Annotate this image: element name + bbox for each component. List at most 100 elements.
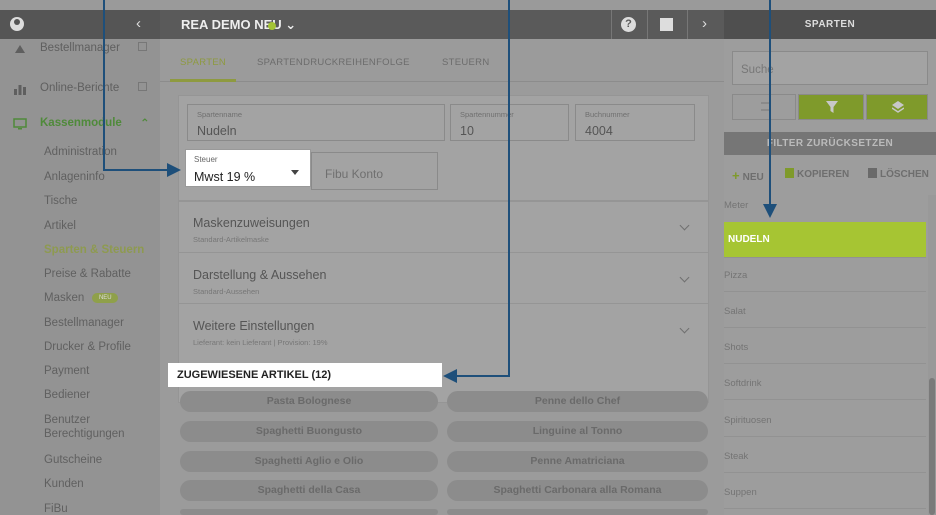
tab-bar: SPARTEN SPARTENDRUCKREIHENFOLGE STEUERN <box>160 39 724 82</box>
user-icon[interactable] <box>10 17 24 31</box>
annotation-line <box>103 0 105 171</box>
chevron-up-icon: ⌃ <box>140 118 150 130</box>
accordion-maskenzuweisungen[interactable]: Maskenzuweisungen Standard-Artikelmaske <box>179 202 708 253</box>
article-pill[interactable] <box>447 509 708 515</box>
sidebar-sub-bestellmanager[interactable]: Bestellmanager <box>44 317 124 329</box>
article-pill[interactable]: Penne Amatriciana <box>447 451 708 472</box>
field-value: 4004 <box>585 124 613 138</box>
sidebar-item-online-berichte[interactable]: Online-Berichte <box>0 79 160 99</box>
sidebar-item-kassenmodule[interactable]: Kassenmodule ⌃ <box>0 114 160 134</box>
sidebar-sub-fibu[interactable]: FiBu <box>44 503 68 515</box>
annotation-line <box>769 0 771 206</box>
list-item[interactable]: Pizza <box>724 258 926 292</box>
field-label: Spartennummer <box>460 110 514 119</box>
list-view-button[interactable] <box>732 94 796 120</box>
location-title[interactable]: REA DEMO NEU ⌄ <box>181 17 296 33</box>
filter-reset-button[interactable]: FILTER ZURÜCKSETZEN <box>724 132 936 155</box>
copy-icon <box>785 168 794 178</box>
spartenname-field[interactable]: Spartenname Nudeln <box>187 104 445 141</box>
delete-button[interactable]: LÖSCHEN <box>868 168 929 180</box>
help-icon[interactable]: ? <box>621 17 636 32</box>
buchnummer-field[interactable]: Buchnummer 4004 <box>575 104 695 141</box>
top-bar-left: ‹ <box>0 10 160 39</box>
tab-spartendruckreihenfolge[interactable]: SPARTENDRUCKREIHENFOLGE <box>257 57 410 68</box>
right-panel-title: SPARTEN <box>804 19 856 30</box>
layers-icon <box>892 101 904 113</box>
accordion-subtitle: Standard-Aussehen <box>193 287 260 296</box>
sidebar-sub-benutzer-berechtigungen[interactable]: Benutzer Berechtigungen <box>44 413 144 441</box>
annotation-line <box>508 0 510 377</box>
sidebar-sub-tische[interactable]: Tische <box>44 195 77 207</box>
field-placeholder: Fibu Konto <box>325 167 384 181</box>
list-item[interactable]: Shots <box>724 330 926 364</box>
filter-button[interactable] <box>798 94 864 120</box>
calculator-icon[interactable] <box>660 18 673 31</box>
accordion-title: Maskenzuweisungen <box>193 216 310 230</box>
sidebar-sub-artikel[interactable]: Artikel <box>44 220 76 232</box>
external-link-icon <box>138 42 147 51</box>
collapse-sidebar-icon[interactable]: ‹ <box>136 15 141 32</box>
bar-chart-icon <box>14 85 26 95</box>
new-label: NEU <box>742 172 764 183</box>
list-item[interactable]: Spirituosen <box>724 403 926 437</box>
list-item[interactable]: Suppen <box>724 475 926 509</box>
accordion-subtitle: Lieferant: kein Lieferant | Provision: 1… <box>193 338 328 347</box>
sidebar-sub-anlageninfo[interactable]: Anlageninfo <box>44 171 105 183</box>
sidebar-sub-administration[interactable]: Administration <box>44 146 117 158</box>
action-bar: + NEU KOPIEREN LÖSCHEN <box>724 163 936 185</box>
accordion-weitere-einstellungen[interactable]: Weitere Einstellungen Lieferant: kein Li… <box>179 305 708 355</box>
sidebar-sub-bediener[interactable]: Bediener <box>44 389 90 401</box>
article-pill[interactable]: Spaghetti Aglio e Olio <box>180 451 438 472</box>
sidebar-sub-drucker-profile[interactable]: Drucker & Profile <box>44 341 131 353</box>
list-item-selected[interactable]: NUDELN <box>724 222 926 258</box>
search-input[interactable]: Suche <box>732 51 928 85</box>
delete-label: LÖSCHEN <box>880 169 929 180</box>
copy-button[interactable]: KOPIEREN <box>785 168 849 180</box>
article-pill[interactable]: Spaghetti Carbonara alla Romana <box>447 480 708 501</box>
trash-icon <box>868 168 877 178</box>
tab-steuern[interactable]: STEUERN <box>442 57 490 68</box>
main-content: SPARTEN SPARTENDRUCKREIHENFOLGE STEUERN … <box>160 39 724 515</box>
field-label: Buchnummer <box>585 110 630 119</box>
article-pill[interactable]: Pasta Bolognese <box>180 391 438 412</box>
list-item[interactable]: Salat <box>724 294 926 328</box>
sidebar-sub-kunden[interactable]: Kunden <box>44 478 84 490</box>
sidebar-sub-gutscheine[interactable]: Gutscheine <box>44 454 102 466</box>
sidebar-sub-masken[interactable]: Masken NEU <box>44 292 119 304</box>
sidebar-item-label: Online-Berichte <box>40 82 120 94</box>
sidebar-sub-payment[interactable]: Payment <box>44 365 89 377</box>
new-button[interactable]: + NEU <box>732 168 764 183</box>
right-panel: Suche FILTER ZURÜCKSETZEN + NEU KOPIEREN … <box>724 39 936 515</box>
article-pill[interactable]: Spaghetti Buongusto <box>180 421 438 442</box>
fibu-konto-field[interactable]: Fibu Konto <box>311 152 438 190</box>
assigned-articles-title: ZUGEWIESENE ARTIKEL (12) <box>177 369 332 381</box>
steuer-select[interactable]: Steuer Mwst 19 % <box>185 149 311 187</box>
online-status-icon <box>268 22 276 30</box>
article-pill[interactable]: Linguine al Tonno <box>447 421 708 442</box>
article-pill[interactable]: Spaghetti della Casa <box>180 480 438 501</box>
annotation-arrow-icon <box>167 163 181 177</box>
field-value: Mwst 19 % <box>194 170 256 184</box>
article-pill[interactable] <box>180 509 438 515</box>
bell-icon <box>15 45 25 53</box>
tab-sparten[interactable]: SPARTEN <box>180 57 226 68</box>
accordion-darstellung[interactable]: Darstellung & Aussehen Standard-Aussehen <box>179 254 708 304</box>
sidebar-sub-sparten-steuern[interactable]: Sparten & Steuern <box>44 244 144 256</box>
plus-icon: + <box>732 168 740 183</box>
annotation-line <box>456 375 510 377</box>
list-item[interactable]: Softdrink <box>724 366 926 400</box>
layers-button[interactable] <box>866 94 928 120</box>
expand-panel-icon[interactable]: › <box>702 15 707 32</box>
list-item[interactable]: Meter <box>724 185 926 223</box>
sidebar-item-bestellmanager[interactable]: Bestellmanager <box>0 39 160 59</box>
chevron-down-icon <box>679 220 690 231</box>
article-pill[interactable]: Penne dello Chef <box>447 391 708 412</box>
copy-label: KOPIEREN <box>797 169 850 180</box>
scrollbar-thumb[interactable] <box>929 378 935 515</box>
list-item[interactable]: Steak <box>724 439 926 473</box>
field-value: Nudeln <box>197 124 237 138</box>
filter-icon <box>826 101 838 113</box>
annotation-arrow-icon <box>763 204 777 218</box>
top-bar: ‹ REA DEMO NEU ⌄ ? › SPARTEN <box>0 10 936 39</box>
sidebar-sub-preise-rabatte[interactable]: Preise & Rabatte <box>44 268 131 280</box>
